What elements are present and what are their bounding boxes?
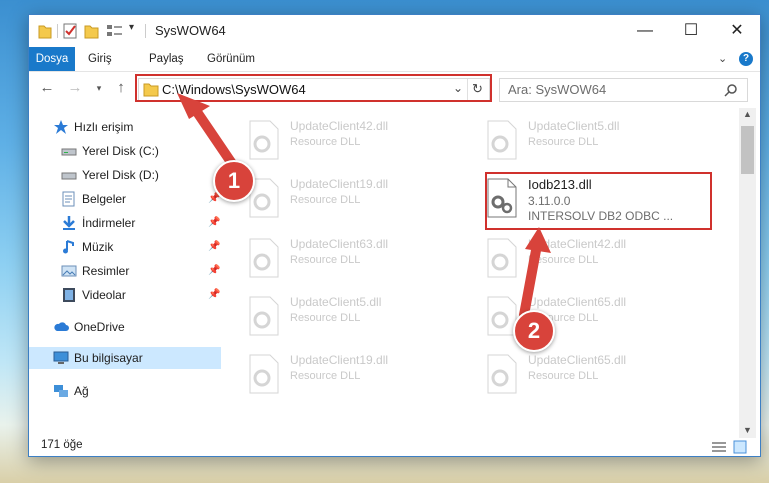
explorer-window: ▾ SysWOW64 — ☐ ✕ Dosya Giriş Paylaş Görü…	[28, 14, 761, 457]
annotation-arrows	[177, 93, 551, 320]
step-badge-2: 2	[513, 310, 555, 352]
step-badge-1: 1	[213, 160, 255, 202]
